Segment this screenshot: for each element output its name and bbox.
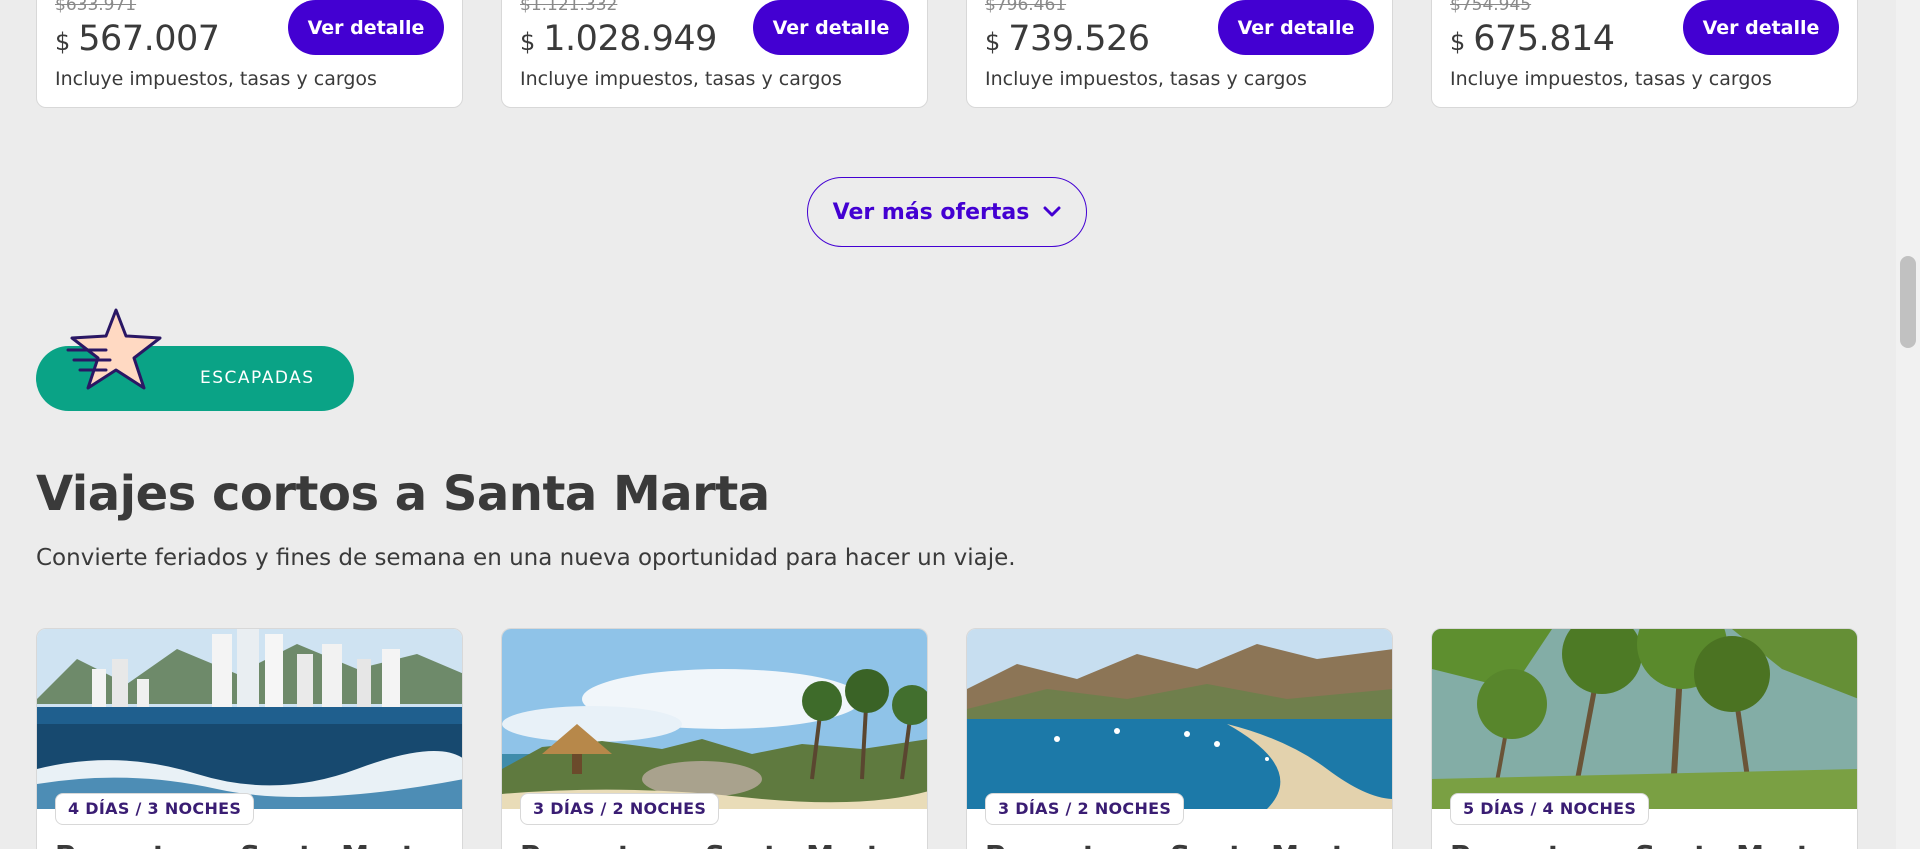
trip-title: Paquetes a Santa Marta: [520, 839, 899, 849]
old-price: $1.121.332: [520, 0, 618, 15]
chevron-down-icon: [1043, 206, 1061, 217]
duration-badge: 4 DÍAS / 3 NOCHES: [55, 793, 255, 825]
offer-card: $1.121.332 $ 1.028.949 Incluye impuestos…: [501, 0, 928, 108]
more-offers-label: Ver más ofertas: [832, 199, 1030, 225]
price-row: $ 1.028.949: [520, 19, 717, 59]
duration-badge: 5 DÍAS / 4 NOCHES: [1450, 793, 1650, 825]
trip-title: Paquetes a Santa Marta: [1450, 839, 1829, 849]
currency-symbol: $: [55, 28, 71, 56]
taxes-note: Incluye impuestos, tasas y cargos: [55, 68, 377, 90]
trip-card[interactable]: 3 DÍAS / 2 NOCHES Paquetes a Santa Marta: [966, 628, 1393, 849]
taxes-note: Incluye impuestos, tasas y cargos: [985, 68, 1307, 90]
currency-symbol: $: [1450, 28, 1466, 56]
trip-card[interactable]: 3 DÍAS / 2 NOCHES Paquetes a Santa Marta: [501, 628, 928, 849]
offer-card: $633.971 $ 567.007 Incluye impuestos, ta…: [36, 0, 463, 108]
offer-card: $796.461 $ 739.526 Incluye impuestos, ta…: [966, 0, 1393, 108]
page: $633.971 $ 567.007 Incluye impuestos, ta…: [0, 0, 1896, 849]
view-detail-button[interactable]: Ver detalle: [288, 0, 444, 55]
offer-price: 1.028.949: [543, 19, 717, 59]
view-detail-button[interactable]: Ver detalle: [753, 0, 909, 55]
trip-photo: [967, 629, 1392, 809]
taxes-note: Incluye impuestos, tasas y cargos: [520, 68, 842, 90]
offer-card: $754.945 $ 675.814 Incluye impuestos, ta…: [1431, 0, 1858, 108]
currency-symbol: $: [985, 28, 1001, 56]
old-price: $633.971: [55, 0, 137, 15]
trip-card[interactable]: 4 DÍAS / 3 NOCHES Paquetes a Santa Marta: [36, 628, 463, 849]
price-row: $ 567.007: [55, 19, 220, 59]
section-subtitle: Convierte feriados y fines de semana en …: [36, 545, 1016, 571]
duration-badge: 3 DÍAS / 2 NOCHES: [985, 793, 1185, 825]
scrollbar[interactable]: [1896, 0, 1920, 849]
price-row: $ 739.526: [985, 19, 1150, 59]
trip-photo: [1432, 629, 1857, 809]
offer-price: 567.007: [78, 19, 220, 59]
offer-price: 675.814: [1473, 19, 1615, 59]
section-title: Viajes cortos a Santa Marta: [36, 466, 770, 522]
scrollbar-thumb[interactable]: [1900, 256, 1916, 348]
trip-photo: [37, 629, 462, 809]
old-price: $754.945: [1450, 0, 1532, 15]
view-detail-button[interactable]: Ver detalle: [1218, 0, 1374, 55]
trip-card[interactable]: 5 DÍAS / 4 NOCHES Paquetes a Santa Marta: [1431, 628, 1858, 849]
trip-title: Paquetes a Santa Marta: [985, 839, 1364, 849]
old-price: $796.461: [985, 0, 1067, 15]
trip-photo: [502, 629, 927, 809]
price-row: $ 675.814: [1450, 19, 1615, 59]
view-detail-button[interactable]: Ver detalle: [1683, 0, 1839, 55]
currency-symbol: $: [520, 28, 536, 56]
offer-price: 739.526: [1008, 19, 1150, 59]
more-offers-button[interactable]: Ver más ofertas: [807, 177, 1087, 247]
duration-badge: 3 DÍAS / 2 NOCHES: [520, 793, 720, 825]
taxes-note: Incluye impuestos, tasas y cargos: [1450, 68, 1772, 90]
escapadas-label: ESCAPADAS: [200, 368, 315, 388]
trip-title: Paquetes a Santa Marta: [55, 839, 434, 849]
star-icon: [66, 308, 162, 390]
